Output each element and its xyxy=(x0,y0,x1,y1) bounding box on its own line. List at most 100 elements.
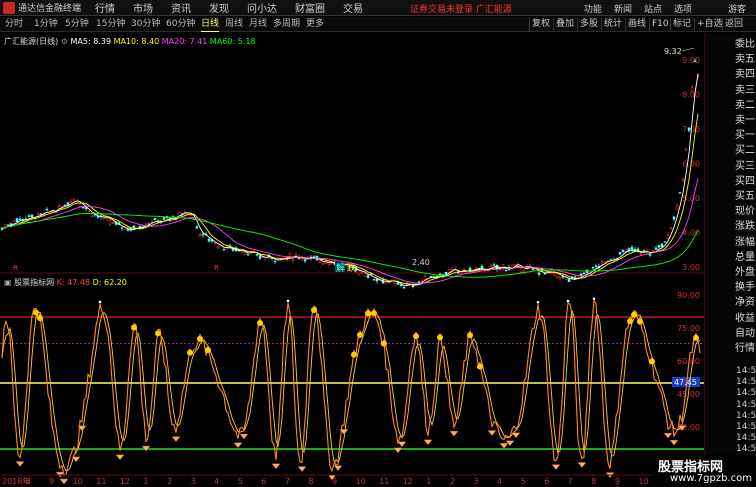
ma20-label: MA20: 7.41 xyxy=(161,37,208,46)
price-tick: 4.00 xyxy=(682,229,700,238)
candle-body xyxy=(288,253,292,257)
quote-field-label: 买一 xyxy=(735,130,755,142)
candle-body xyxy=(621,250,625,252)
f10-button[interactable]: F10 xyxy=(649,18,671,31)
draw-line-button[interactable]: 画线 xyxy=(625,18,648,31)
period-60min[interactable]: 60分钟 xyxy=(166,18,195,31)
mark-button[interactable]: 标记 xyxy=(670,18,693,31)
period-15min[interactable]: 15分钟 xyxy=(96,18,125,31)
menu-site[interactable]: 站点 xyxy=(644,2,662,15)
candle-body xyxy=(366,275,370,278)
menu-news[interactable]: 资讯 xyxy=(171,0,191,15)
quote-field-label: 涨跌 xyxy=(735,221,755,233)
signal-ball-marker xyxy=(37,315,43,322)
period-more[interactable]: 更多 xyxy=(306,18,324,31)
period-multi[interactable]: 多周期 xyxy=(273,18,300,31)
menu-options[interactable]: 选项 xyxy=(674,2,692,15)
candle-body xyxy=(36,213,40,216)
candle-body xyxy=(15,218,19,223)
candle-body xyxy=(648,253,652,256)
period-daily[interactable]: 日线 xyxy=(201,18,220,32)
menu-discover[interactable]: 发现 xyxy=(209,0,229,15)
multi-stock-button[interactable]: 多股 xyxy=(577,18,600,31)
candle-body xyxy=(198,234,202,236)
period-30min[interactable]: 30分钟 xyxy=(131,18,160,31)
menu-news-right[interactable]: 新闻 xyxy=(614,2,632,15)
menu-function[interactable]: 功能 xyxy=(584,2,602,15)
date-tick: 10 xyxy=(356,477,366,486)
rights-marker: R xyxy=(13,264,18,272)
adjust-button[interactable]: 复权 xyxy=(529,18,552,31)
candle-body xyxy=(687,127,691,131)
indicator-d-label: D: 62.20 xyxy=(92,278,127,287)
menu-trade[interactable]: 交易 xyxy=(343,0,363,15)
period-toolbar: 分时 1分钟 5分钟 15分钟 30分钟 60分钟 日线 周线 月线 多周期 更… xyxy=(0,17,756,32)
quote-field-label: 买三 xyxy=(735,160,755,172)
buy-diamond-marker xyxy=(577,462,587,468)
indicator-k-label: K: 47.48 xyxy=(56,278,91,287)
candle-body xyxy=(675,205,679,210)
quote-field-label: 买四 xyxy=(735,175,755,187)
candle-body xyxy=(255,254,259,256)
overlay-button[interactable]: 叠加 xyxy=(553,18,576,31)
candle-body xyxy=(618,252,622,255)
price-tick: 8.00 xyxy=(682,91,700,100)
period-weekly[interactable]: 周线 xyxy=(225,18,243,31)
signal-ball-marker xyxy=(155,330,161,337)
candle-body xyxy=(27,215,31,217)
period-monthly[interactable]: 月线 xyxy=(249,18,267,31)
candle-body xyxy=(357,270,361,275)
buy-diamond-marker xyxy=(333,465,343,471)
candle-body xyxy=(363,273,367,277)
signal-ball-marker xyxy=(413,333,419,340)
quote-field-label: 净资 xyxy=(735,297,755,309)
quote-field-label: 委比 xyxy=(735,39,755,50)
period-tick[interactable]: 分时 xyxy=(5,18,23,31)
candle-body xyxy=(519,268,523,273)
menu-wealth[interactable]: 财富圈 xyxy=(295,0,325,15)
back-button[interactable]: 返回 xyxy=(722,18,745,31)
candle-body xyxy=(123,227,127,230)
add-watchlist-button[interactable]: +自选 xyxy=(694,18,725,31)
date-tick: 8 xyxy=(591,477,596,486)
signal-ball-marker xyxy=(33,309,39,316)
candle-body xyxy=(651,250,655,252)
candle-body xyxy=(258,255,262,259)
period-1min[interactable]: 1分钟 xyxy=(34,18,58,31)
signal-ball-marker xyxy=(187,349,193,356)
candle-body xyxy=(663,241,667,243)
candle-body xyxy=(66,202,70,206)
stats-button[interactable]: 统计 xyxy=(601,18,624,31)
date-tick: 6 xyxy=(261,477,266,486)
candle-body xyxy=(132,225,136,229)
trade-status-alert[interactable]: 证券交易未登录 广汇能源 xyxy=(410,2,512,15)
menu-quotes[interactable]: 行情 xyxy=(95,0,115,15)
settings-icon[interactable]: ⚙ xyxy=(61,37,68,46)
watermark: 股票指标网 www.7gpzb.com xyxy=(652,455,756,487)
chart-area[interactable]: 9.00 8.00 7.00 6.00 5.00 4.00 3.00 90.00 75.00 6… xyxy=(0,33,704,487)
peak-dot xyxy=(592,297,596,300)
guest-user[interactable]: 游客 xyxy=(728,2,746,15)
candle-body xyxy=(489,264,493,267)
candle-body xyxy=(69,201,73,203)
menu-market[interactable]: 市场 xyxy=(133,0,153,15)
ma10-line xyxy=(1,113,699,286)
candle-body xyxy=(423,276,427,280)
menu-ask[interactable]: 问小达 xyxy=(247,0,277,15)
candle-body xyxy=(6,224,10,226)
quote-panel: 委比 卖五 卖四 卖三 卖二 卖一 买一 买二 买三 买四 买五 现价 涨跌 涨幅 总量 外盘 换手 净资 收益 自动… xyxy=(704,33,756,487)
indicator-tick: 75.00 xyxy=(677,324,700,333)
ma10-label: MA10: 8.40 xyxy=(113,37,160,46)
candle-body xyxy=(480,265,484,269)
price-tick: 3.00 xyxy=(682,263,700,272)
signal-ball-marker xyxy=(351,351,357,358)
date-tick: 1 xyxy=(426,477,431,486)
date-tick: 11 xyxy=(379,477,389,486)
candle-body xyxy=(558,276,562,279)
candle-body xyxy=(582,272,586,275)
period-5min[interactable]: 5分钟 xyxy=(65,18,89,31)
candle-body xyxy=(459,272,463,274)
kline-chart[interactable]: 9.008.007.006.005.004.003.00 90.0075.006… xyxy=(0,33,704,487)
indicator-toggle-icon[interactable]: ▣ xyxy=(4,278,12,287)
indicator-tick: 90.00 xyxy=(677,291,700,300)
